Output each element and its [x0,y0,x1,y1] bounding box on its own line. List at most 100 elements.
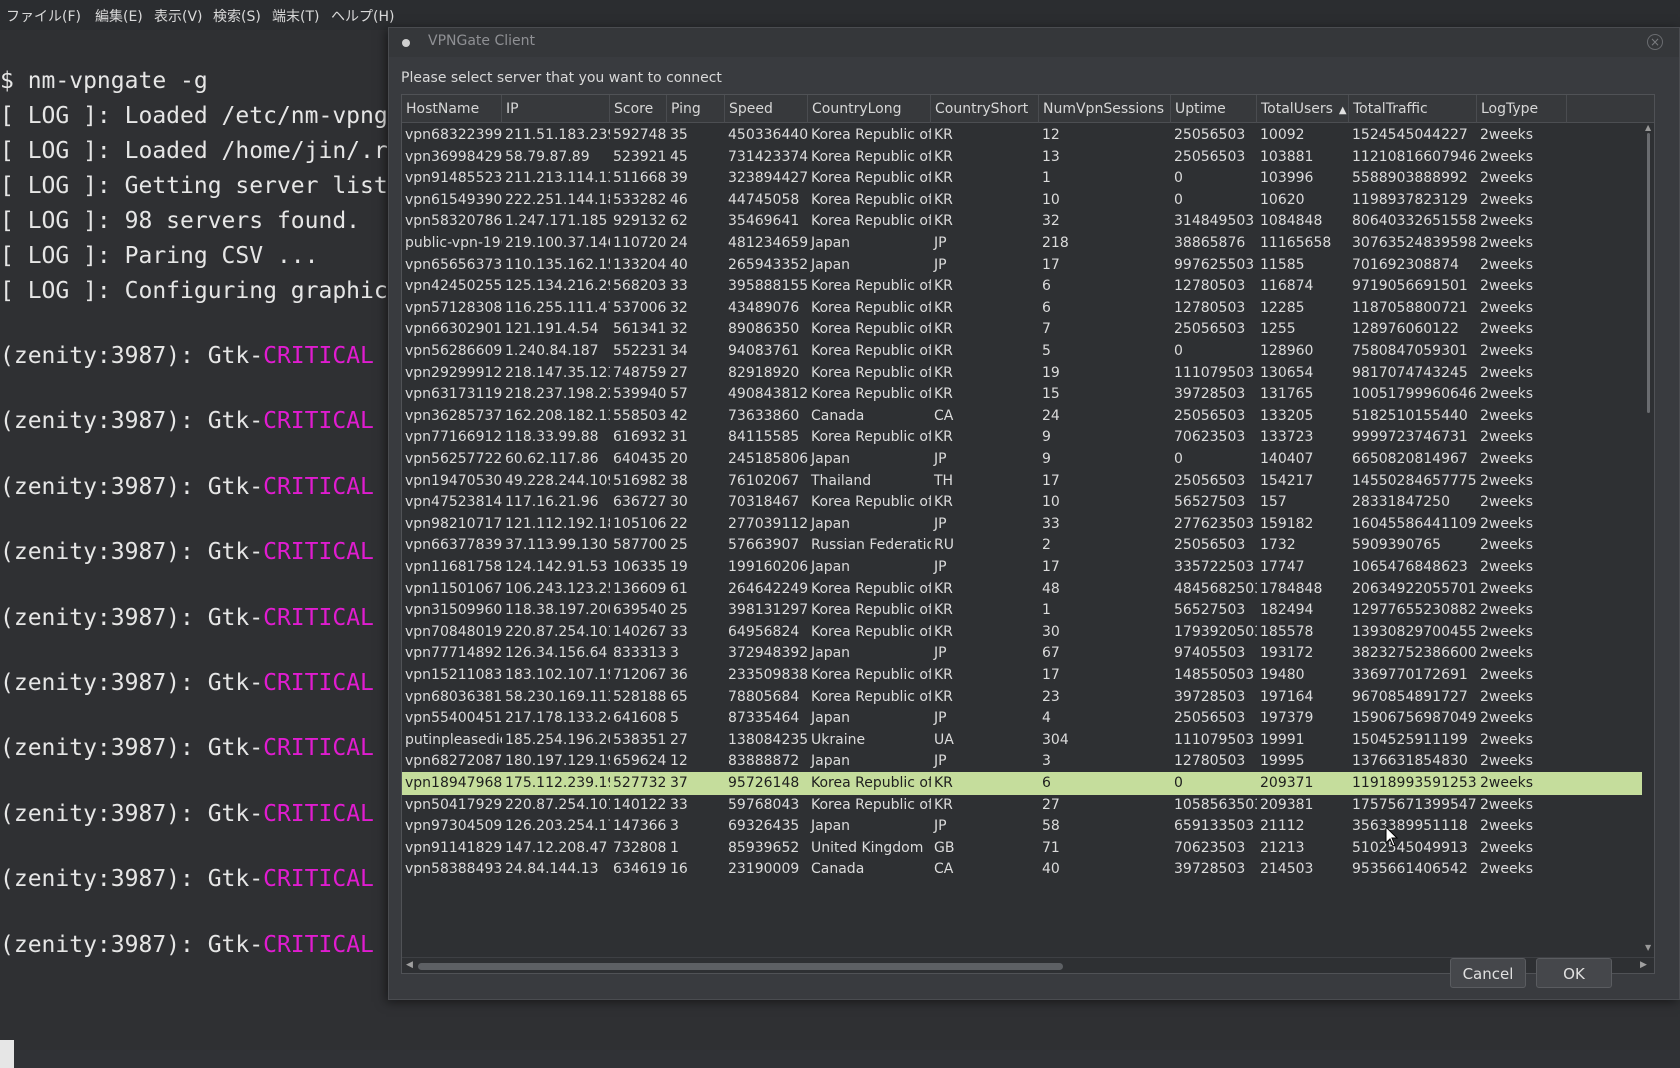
table-row[interactable]: vpn680363815 58.230.169.113 528188 65 788056… [402,686,1642,709]
vertical-scroll-thumb[interactable] [1647,133,1650,413]
column-header-label: Uptime [1175,101,1226,117]
cell-countryshort: KR [934,343,953,359]
cell-countryshort: KR [934,386,953,403]
column-header-numvpnsessions[interactable]: NumVpnSessions [1039,95,1171,123]
menu-search[interactable]: 検索(S) [213,6,261,26]
cell-logtype: 2weeks [1480,321,1533,338]
cell-speed: 95726148 [728,775,800,791]
table-row[interactable]: vpn656563733110.135.162.153133204240 2659… [402,254,1642,277]
table-row[interactable]: vpn152110836183.102.107.19671206736 23350… [402,664,1642,687]
table-row[interactable]: vpn475238146 117.16.21.96 636727 30 70318467… [402,491,1642,514]
column-header-logtype[interactable]: LogType [1477,95,1567,123]
cell-numvpnsessions: 71 [1042,839,1060,856]
table-row[interactable]: vpn683223999 211.51.183.239 592748 35 450336… [402,124,1642,147]
cell-numvpnsessions: 9 [1042,429,1051,446]
table-row[interactable]: vpn914855235211.213.114.13351166839 32389… [402,167,1642,190]
terminal-critical-line: (zenity:3987): Gtk-CRITICAL [0,605,374,631]
table-row[interactable]: vpn682720876 180.197.129.19 659624 12 838888… [402,750,1642,773]
table-row[interactable]: vpn982107177121.112.192.18105106622 27703… [402,513,1642,536]
column-header-score[interactable]: Score [610,95,667,123]
table-row[interactable]: vpn369984296 58.79.87.89 523921 45 731423374… [402,146,1642,169]
table-row[interactable]: vpn554004518217.178.133.2446416085 873354… [402,707,1642,730]
table-row[interactable]: vpn583884935 24.84.144.13 634619 16 23190009… [402,858,1642,881]
cell-totalusers: 1255 [1260,321,1296,338]
table-row[interactable]: vpn708480196220.87.254.101140267933 64956… [402,621,1642,644]
table-row[interactable]: vpn911418294 147.12.208.47 732808 1 85939652… [402,837,1642,860]
cell-uptime: 0 [1174,191,1183,208]
ok-button[interactable]: OK [1536,958,1612,988]
cell-totaltraffic: 1504525911199 [1352,731,1468,748]
column-header-totalusers[interactable]: TotalUsers ▲ [1257,95,1349,123]
column-header-label: LogType [1481,101,1539,117]
cell-logtype: 2weeks [1480,515,1533,532]
table-row[interactable]: vpn663029016 121.191.4.54 561341 32 89086350… [402,318,1642,341]
cell-uptime: 70623503 [1174,429,1246,446]
cell-hostname: vpn194705305 [405,472,502,489]
menu-terminal[interactable]: 端末(T) [272,6,319,26]
cell-hostname: vpn683223999 [405,127,502,143]
table-row[interactable]: vpn973045098126.203.254.17414736663 69326… [402,815,1642,838]
column-header-countryshort[interactable]: CountryShort [931,95,1039,123]
horizontal-scroll-thumb[interactable] [418,963,1063,970]
window-menu-icon[interactable] [402,39,410,47]
table-row[interactable]: vpn777148929 126.34.156.64 833313 3 37294839… [402,642,1642,665]
cell-numvpnsessions: 30 [1042,623,1060,640]
cell-totalusers: 209371 [1260,775,1314,791]
column-header-ping[interactable]: Ping [667,95,725,123]
terminal-line: $ nm-vpngate -g [0,68,208,94]
cancel-button[interactable]: Cancel [1450,958,1526,988]
cell-numvpnsessions: 17 [1042,472,1060,489]
table-row[interactable]: vpn362857379162.208.182.13455850342 73633… [402,405,1642,428]
cell-ip: 126.203.254.174 [505,818,610,835]
table-row[interactable]: vpn583207866 1.247.171.185 929132 62 3546964… [402,210,1642,233]
table-row[interactable]: vpn571283086 116.255.111.47 537006 32 434890… [402,297,1642,320]
table-row[interactable]: vpn562577227 60.62.117.86 640435 20 24518580… [402,448,1642,471]
scroll-up-icon[interactable]: ▲ [1645,123,1651,132]
dialog-titlebar[interactable]: VPNGate Client × [389,28,1679,57]
table-row[interactable]: vpn292999123 218.147.35.123 748759 27 829189… [402,362,1642,385]
scroll-down-icon[interactable]: ▼ [1645,943,1651,952]
cell-logtype: 2weeks [1480,235,1533,251]
terminal-critical-line: (zenity:3987): Gtk-CRITICAL [0,932,374,958]
menu-file[interactable]: ファイル(F) [6,6,81,26]
table-row[interactable]: vpn562866098 1.240.84.187 552231 34 94083761… [402,340,1642,363]
close-button[interactable]: × [1647,34,1663,50]
scroll-right-icon[interactable]: ▶ [1640,960,1647,970]
table-row[interactable]: vpn504179299220.87.254.101140122433 59768… [402,794,1642,817]
vertical-scrollbar[interactable]: ▲ ▼ [1642,123,1654,957]
table-row[interactable]: vpn194705305 49.228.244.109 516982 38 761020… [402,470,1642,493]
menu-edit[interactable]: 編集(E) [95,6,143,26]
table-row[interactable]: vpn631731195218.237.198.22853994057 49084… [402,383,1642,406]
table-row[interactable]: vpn116817583124.142.91.53 106335019 199160… [402,556,1642,579]
column-header-speed[interactable]: Speed [725,95,808,123]
cell-ping: 31 [670,429,688,446]
menu-help[interactable]: ヘルプ(H) [331,6,394,26]
table-row[interactable]: vpn115010673106.243.123.25136609761 26464… [402,578,1642,601]
table-row[interactable]: vpn315099600 118.38.197.200 639540 25 398131… [402,599,1642,622]
column-header-countrylong[interactable]: CountryLong [808,95,931,123]
cell-countrylong: Japan [811,256,851,273]
cell-ip: 218.147.35.123 [505,364,610,381]
table-row[interactable]: vpn663778392 37.113.99.130 587700 25 5766390… [402,534,1642,557]
table-row[interactable]: public-vpn-190219.100.37.146110720324 481… [402,232,1642,255]
table-row[interactable]: vpn771669120 118.33.99.88 616932 31 84115585… [402,426,1642,449]
cell-ping: 30 [670,494,688,511]
table-row[interactable]: vpn615493908 222.251.144.18 533282 46 447450… [402,189,1642,212]
column-header-uptime[interactable]: Uptime [1171,95,1257,123]
cell-ip: 24.84.144.13 [505,861,599,878]
cell-uptime: 4845682503 [1174,580,1257,597]
cell-score: 568203 [613,278,667,295]
table-row[interactable]: putinpleasedie185.254.196.20753835127 138… [402,729,1642,752]
cell-countrylong: Korea Republic of [811,213,931,230]
vpngate-dialog: VPNGate Client × Please select server th… [388,27,1680,1000]
column-header-ip[interactable]: IP [502,95,610,123]
table-row[interactable]: vpn424502557 125.134.216.29 568203 33 395888… [402,275,1642,298]
column-header-hostname[interactable]: HostName [402,95,502,123]
table-row-selected[interactable]: vpn189479688175.112.239.19152773237 95726… [402,772,1642,795]
cell-totalusers: 140407 [1260,451,1314,467]
cell-numvpnsessions: 6 [1042,278,1051,295]
column-header-totaltraffic[interactable]: TotalTraffic [1349,95,1477,123]
scroll-left-icon[interactable]: ◀ [406,960,413,970]
cell-totalusers: 21112 [1260,818,1305,835]
menu-view[interactable]: 表示(V) [154,6,203,26]
